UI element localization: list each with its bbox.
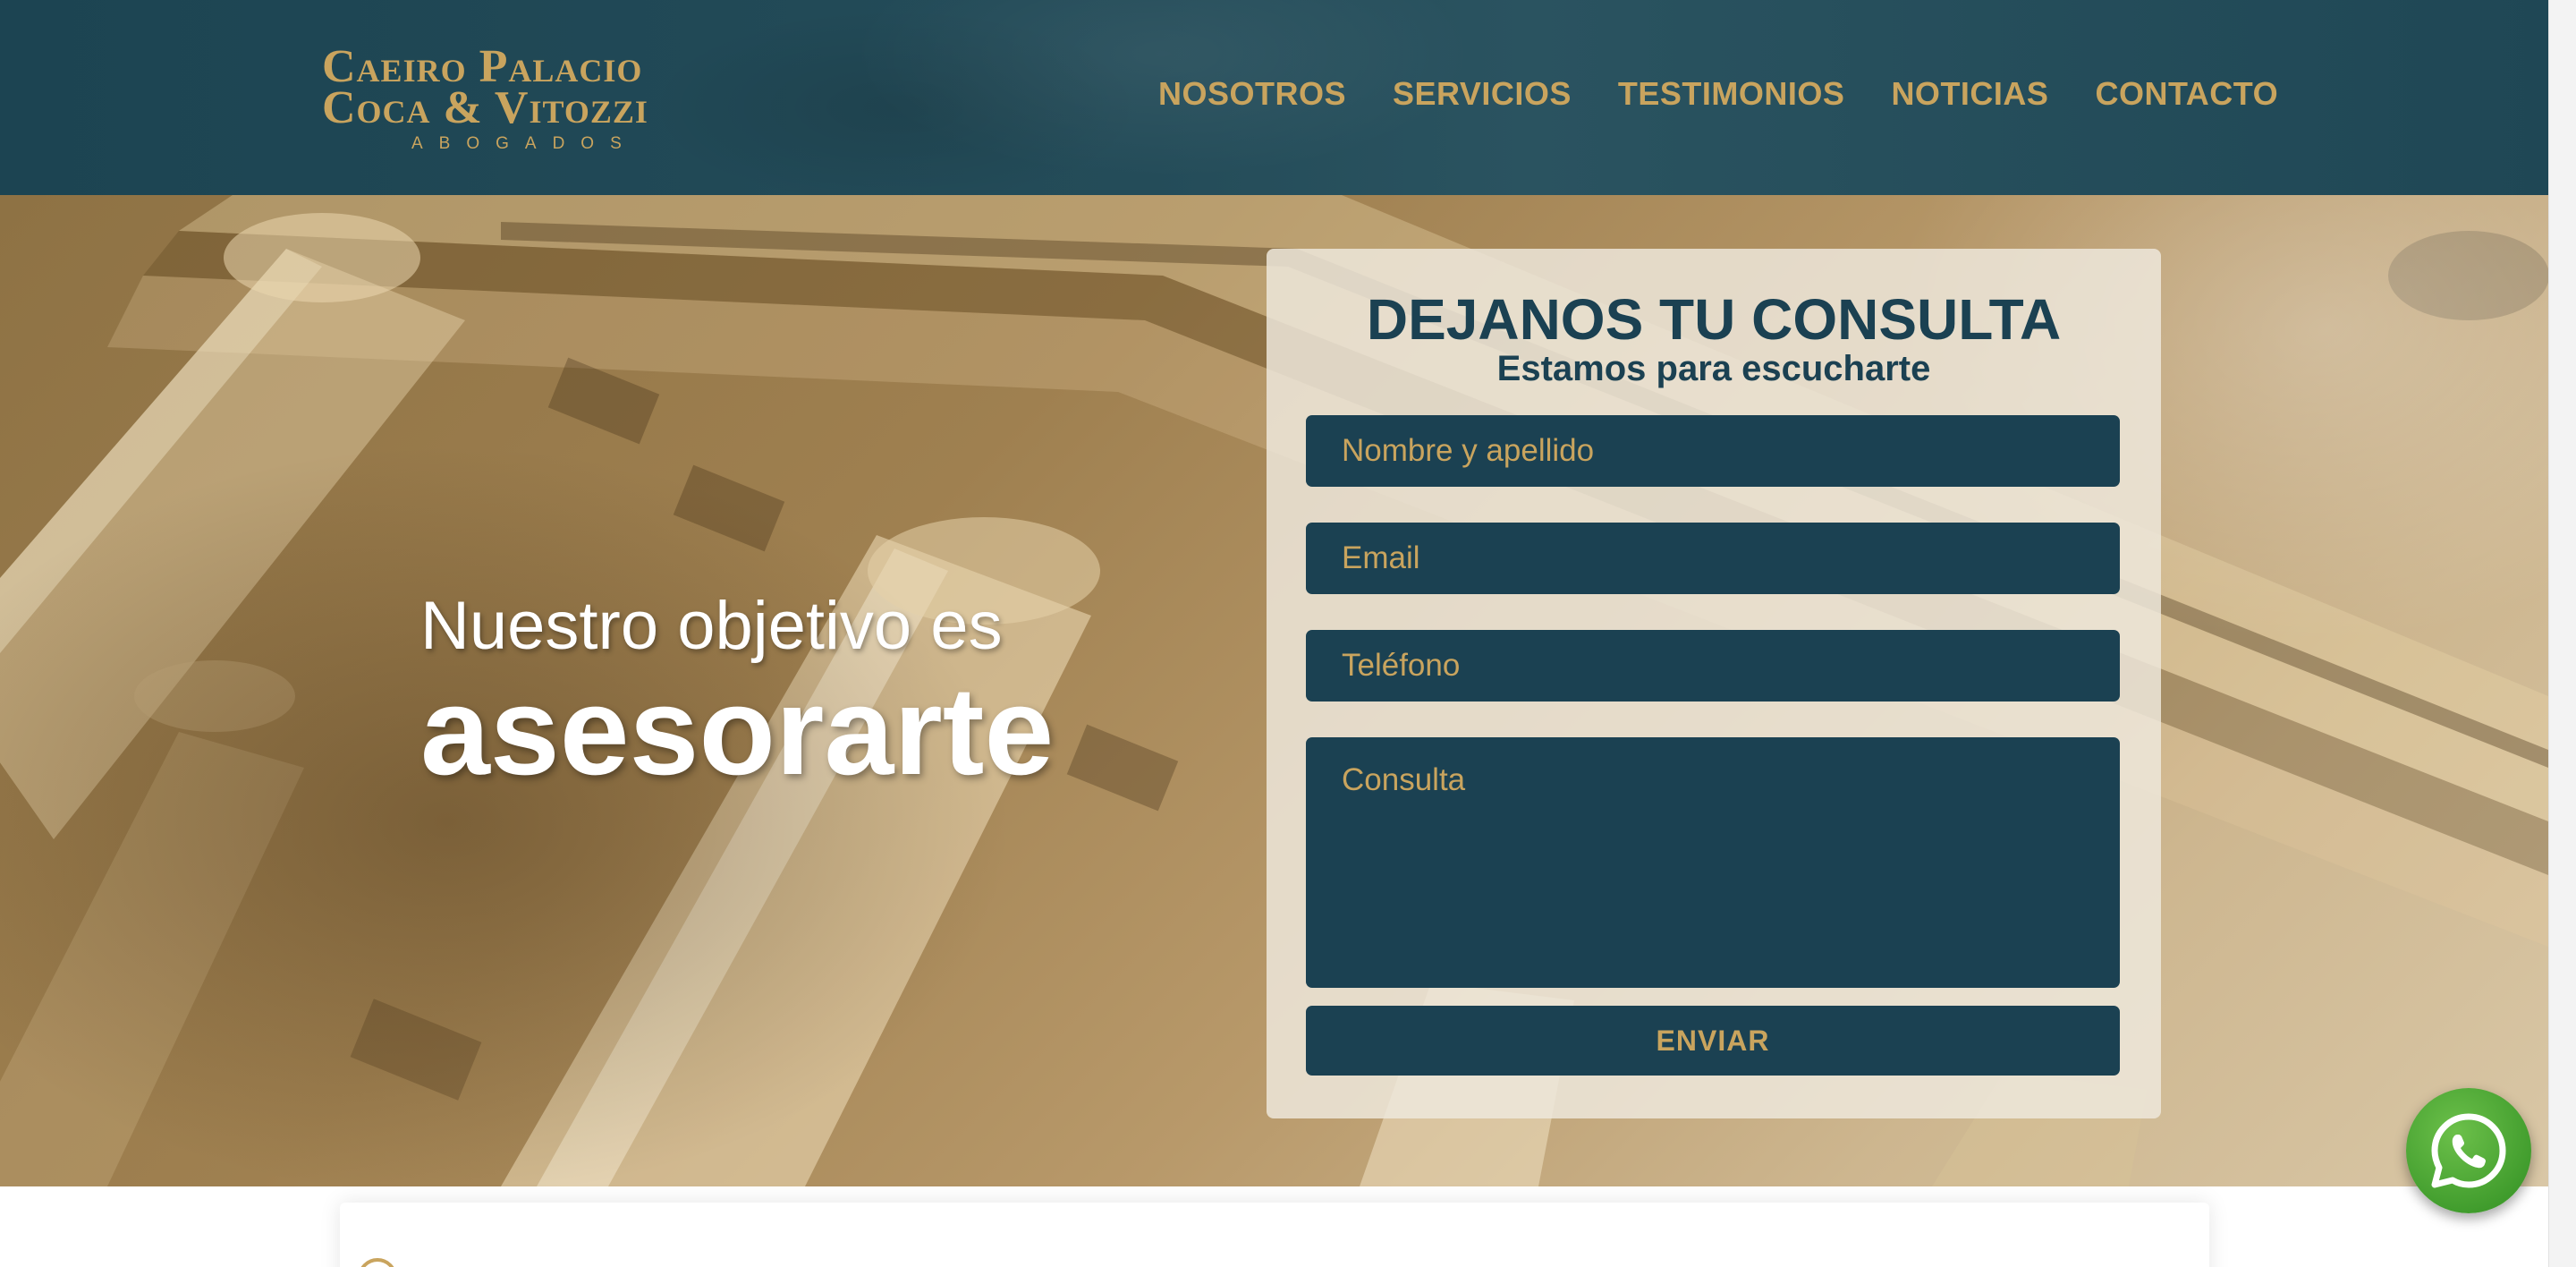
email-field[interactable] xyxy=(1306,523,2120,594)
name-field[interactable] xyxy=(1306,415,2120,487)
next-section xyxy=(0,1186,2548,1267)
hero-tagline: Nuestro objetivo es asesorarte xyxy=(420,589,1054,798)
nav-link-servicios[interactable]: SERVICIOS xyxy=(1393,75,1572,113)
main-nav: NOSOTROS SERVICIOS TESTIMONIOS NOTICIAS … xyxy=(1158,75,2278,113)
logo-subtitle: ABOGADOS xyxy=(411,134,638,153)
logo-line-2: Coca & Vitozzi xyxy=(322,82,648,133)
scrollbar[interactable] xyxy=(2548,0,2576,1267)
whatsapp-icon xyxy=(2431,1113,2506,1188)
nav-link-contacto[interactable]: CONTACTO xyxy=(2095,75,2278,113)
hero-tagline-intro: Nuestro objetivo es xyxy=(420,588,1003,664)
contact-form-title: DEJANOS TU CONSULTA xyxy=(1366,287,2062,352)
next-section-card xyxy=(340,1203,2209,1267)
submit-button[interactable]: ENVIAR xyxy=(1306,1006,2120,1076)
phone-field[interactable] xyxy=(1306,630,2120,702)
page: Caeiro Palacio Coca & Vitozzi ABOGADOS N… xyxy=(0,0,2576,1267)
contact-form-subtitle: Estamos para escucharte xyxy=(1496,349,1931,388)
whatsapp-button[interactable] xyxy=(2406,1088,2531,1213)
firm-logo[interactable]: Caeiro Palacio Coca & Vitozzi ABOGADOS xyxy=(322,44,742,154)
contact-form-card: DEJANOS TU CONSULTA Estamos para escucha… xyxy=(1267,249,2161,1118)
hero-section: Nuestro objetivo es asesorarte DEJANOS T… xyxy=(0,195,2548,1186)
hero-tagline-highlight: asesorarte xyxy=(420,660,1055,801)
nav-link-noticias[interactable]: NOTICIAS xyxy=(1891,75,2048,113)
nav-link-nosotros[interactable]: NOSOTROS xyxy=(1158,75,1346,113)
message-field[interactable] xyxy=(1306,737,2120,988)
site-header: Caeiro Palacio Coca & Vitozzi ABOGADOS N… xyxy=(0,0,2548,195)
nav-link-testimonios[interactable]: TESTIMONIOS xyxy=(1618,75,1845,113)
